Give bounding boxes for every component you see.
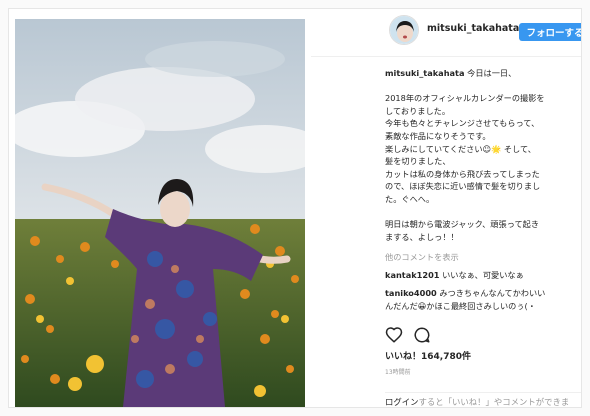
caption-line: ので、ほぼ失恋に近い感情で髪を切りまし bbox=[385, 181, 541, 192]
comment-icon[interactable] bbox=[413, 326, 431, 344]
comment-text: みつきちゃんなんてかわいい bbox=[439, 288, 546, 298]
caption-line: 今年も色々とチャレンジさせてもらって、 bbox=[385, 118, 540, 129]
post-side-panel: mitsuki_takahata フォローする mitsuki_takahata… bbox=[311, 9, 581, 407]
post-photo[interactable] bbox=[15, 19, 305, 407]
login-link[interactable]: ログイン bbox=[385, 397, 419, 407]
caption-line: 楽しみにしていてください☺🌟 そして、 bbox=[385, 143, 536, 154]
post-actions bbox=[385, 326, 581, 346]
follow-button[interactable]: フォローする bbox=[519, 23, 581, 41]
caption-line: カットは私の身体から飛び去ってしまった bbox=[385, 168, 540, 179]
caption-line bbox=[385, 80, 581, 93]
caption-username[interactable]: mitsuki_takahata bbox=[385, 68, 465, 78]
comment-text: んだんだ😀かほこ最終回さみしいのぅ(・ bbox=[385, 301, 536, 311]
caption-line: 素敵な作品になりそうです。 bbox=[385, 130, 491, 141]
caption-line: 髪を切りました、 bbox=[385, 156, 451, 167]
caption-line: まする、よしっ！！ bbox=[385, 231, 459, 242]
caption-line: しておりました。 bbox=[385, 105, 451, 116]
caption-first-line: 今日は一日、 bbox=[467, 68, 517, 78]
caption-line bbox=[385, 206, 581, 219]
caption-line: 明日は朝から電波ジャック、頑張って起き bbox=[385, 219, 540, 230]
comment-continuation: んだんだ😀かほこ最終回さみしいのぅ(・ bbox=[385, 300, 581, 312]
show-more-comments-link[interactable]: 他のコメントを表示 bbox=[385, 251, 459, 263]
instagram-post-card: mitsuki_takahata フォローする mitsuki_takahata… bbox=[8, 8, 582, 408]
page-background: mitsuki_takahata フォローする mitsuki_takahata… bbox=[0, 0, 590, 416]
caption-line: 2018年のオフィシャルカレンダーの撮影を bbox=[385, 93, 545, 104]
post-header: mitsuki_takahata フォローする bbox=[311, 9, 581, 57]
like-count[interactable]: いいね！164,780件 bbox=[385, 349, 471, 362]
comment-text: いいなぁ、可愛いなぁ bbox=[442, 270, 524, 280]
caption-line: た。ぐへへ。 bbox=[385, 193, 435, 204]
heart-icon[interactable] bbox=[385, 326, 403, 344]
post-caption: mitsuki_takahata 今日は一日、 2018年のオフィシャルカレンダ… bbox=[385, 67, 581, 243]
comment: taniko4000 みつきちゃんなんてかわいい bbox=[385, 287, 581, 299]
post-timestamp: 13時間前 bbox=[385, 369, 411, 376]
comment: kantak1201 いいなぁ、可愛いなぁ bbox=[385, 269, 581, 281]
login-prompt: ログインすると「いいね！」やコメントができます。 bbox=[385, 392, 581, 407]
avatar[interactable] bbox=[389, 15, 419, 45]
header-username[interactable]: mitsuki_takahata bbox=[427, 23, 519, 34]
comment-username[interactable]: kantak1201 bbox=[385, 270, 439, 280]
comment-username[interactable]: taniko4000 bbox=[385, 288, 437, 298]
